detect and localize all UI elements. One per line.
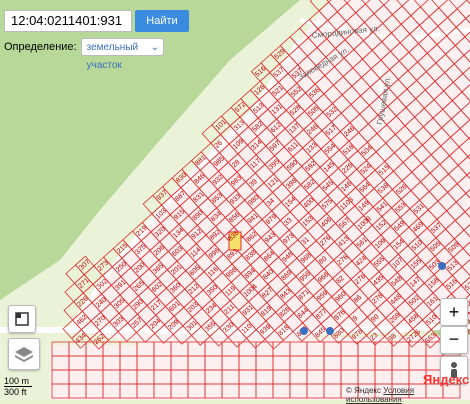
zoom-in-button[interactable]: +: [440, 298, 468, 326]
definition-panel: Определение: земельный участок ⌄: [4, 36, 164, 71]
fullscreen-icon: [15, 312, 29, 326]
scale-bar: 100 m 300 ft: [4, 376, 32, 397]
cadastral-search-input[interactable]: 12:04:0211401:931: [4, 10, 132, 32]
definition-label: Определение:: [4, 41, 77, 53]
cadastral-map[interactable]: 4344622622262702712403033073023052572733…: [0, 0, 470, 400]
layers-button[interactable]: [8, 338, 40, 370]
bus-stop-icon[interactable]: [300, 327, 308, 335]
copyright: © Яндекс Условия использования: [346, 386, 470, 404]
fullscreen-button[interactable]: [8, 305, 36, 333]
chevron-updown-icon: ⌄: [150, 42, 159, 53]
search-input-value: 12:04:0211401:931: [11, 13, 123, 28]
zoom-out-button[interactable]: −: [440, 326, 468, 354]
scale-metric: 100 m: [4, 376, 32, 387]
copyright-brand: © Яндекс: [346, 386, 382, 395]
definition-select[interactable]: земельный участок ⌄: [80, 38, 164, 71]
bus-stop-icon[interactable]: [326, 327, 334, 335]
bus-stop-icon[interactable]: [438, 262, 446, 270]
find-button[interactable]: Найти: [135, 10, 189, 32]
scale-imperial: 300 ft: [4, 387, 27, 397]
layers-icon: [15, 347, 33, 362]
yandex-logo: Яндекс: [423, 372, 470, 387]
